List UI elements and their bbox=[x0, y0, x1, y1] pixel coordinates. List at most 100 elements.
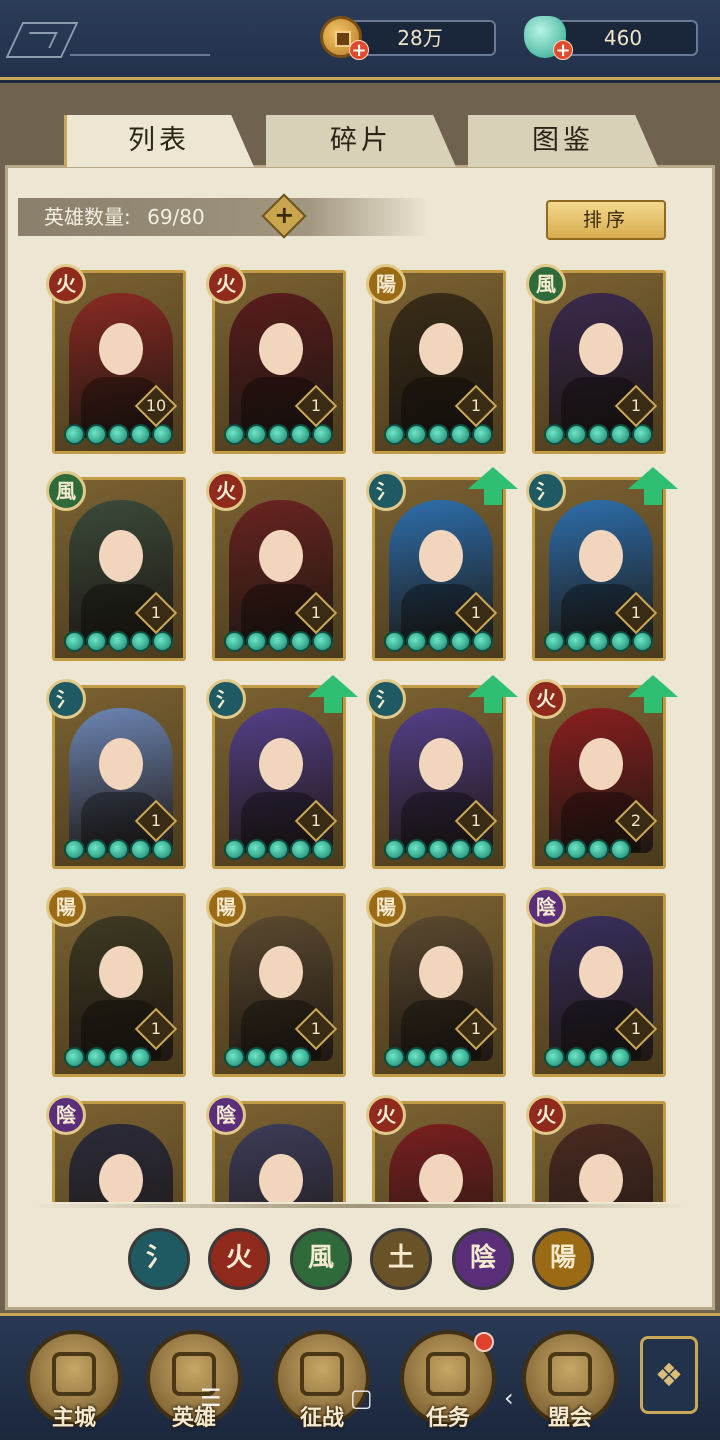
system-back-icon[interactable]: ‹ bbox=[504, 1384, 514, 1412]
hero-count-value: 69/80 bbox=[147, 205, 205, 229]
star-rating bbox=[384, 839, 493, 861]
star-icon bbox=[130, 631, 151, 652]
star-icon bbox=[384, 1047, 405, 1068]
star-icon bbox=[428, 424, 449, 445]
element-filter-button[interactable]: 火 bbox=[208, 1228, 270, 1290]
star-icon bbox=[544, 839, 565, 860]
hero-portrait bbox=[549, 1124, 653, 1202]
element-filter-button[interactable]: 風 bbox=[290, 1228, 352, 1290]
quest-icon bbox=[426, 1352, 470, 1396]
star-icon bbox=[86, 1047, 107, 1068]
tab-codex[interactable]: 图鉴 bbox=[468, 115, 658, 167]
system-menu-icon[interactable]: ☰ bbox=[200, 1384, 222, 1412]
star-rating bbox=[544, 1047, 631, 1069]
star-icon bbox=[566, 631, 587, 652]
hero-level: 1 bbox=[630, 396, 642, 415]
filter-divider bbox=[30, 1204, 690, 1208]
battle-icon bbox=[300, 1352, 344, 1396]
star-icon bbox=[428, 839, 449, 860]
star-rating bbox=[544, 839, 631, 861]
element-badge-icon: 氵 bbox=[526, 471, 566, 511]
star-icon bbox=[290, 1047, 311, 1068]
element-badge-icon: 火 bbox=[526, 679, 566, 719]
element-filter-button[interactable]: 陰 bbox=[452, 1228, 514, 1290]
hero-count-strip: 英雄数量: 69/80 bbox=[18, 198, 428, 236]
hero-level: 1 bbox=[470, 1019, 482, 1038]
element-filter-button[interactable]: 氵 bbox=[128, 1228, 190, 1290]
hero-level: 1 bbox=[310, 603, 322, 622]
element-filter-button[interactable]: 土 bbox=[370, 1228, 432, 1290]
star-icon bbox=[610, 631, 631, 652]
hero-level: 2 bbox=[630, 811, 642, 830]
star-icon bbox=[588, 424, 609, 445]
hero-portrait bbox=[389, 1124, 493, 1202]
star-icon bbox=[290, 631, 311, 652]
star-icon bbox=[384, 839, 405, 860]
element-badge-icon: 火 bbox=[206, 471, 246, 511]
divider bbox=[70, 54, 210, 56]
nav-label: 任务 bbox=[425, 1406, 470, 1431]
hero-level: 1 bbox=[150, 811, 162, 830]
hero-level: 1 bbox=[310, 1019, 322, 1038]
element-badge-icon: 陽 bbox=[46, 887, 86, 927]
hero-level: 10 bbox=[145, 396, 167, 415]
upgrade-arrow-icon bbox=[628, 675, 678, 715]
star-icon bbox=[224, 839, 245, 860]
add-jade-button[interactable]: + bbox=[553, 40, 573, 60]
star-icon bbox=[130, 839, 151, 860]
hero-grid: 10 火 1 火 1 陽 1 風 1 風 1 火 1 氵 1 氵 1 氵 1 氵 1 氵 2 火 1 陽 1 陽 1 陽 1 陰陰陰火火 bbox=[5, 255, 715, 1202]
star-icon bbox=[428, 1047, 449, 1068]
upgrade-arrow-icon bbox=[468, 675, 518, 715]
upgrade-arrow-icon bbox=[628, 467, 678, 507]
star-rating bbox=[544, 424, 653, 446]
element-badge-icon: 陽 bbox=[366, 887, 406, 927]
more-menu-button[interactable]: ❖ bbox=[640, 1336, 698, 1414]
star-icon bbox=[246, 1047, 267, 1068]
star-icon bbox=[544, 631, 565, 652]
castle-icon bbox=[52, 1352, 96, 1396]
star-icon bbox=[384, 631, 405, 652]
star-icon bbox=[246, 424, 267, 445]
sort-button[interactable]: 排序 bbox=[546, 200, 666, 240]
star-icon bbox=[384, 424, 405, 445]
tab-fragments[interactable]: 碎片 bbox=[266, 115, 456, 167]
star-icon bbox=[268, 1047, 289, 1068]
star-icon bbox=[130, 424, 151, 445]
star-icon bbox=[108, 631, 129, 652]
star-icon bbox=[544, 1047, 565, 1068]
star-icon bbox=[588, 839, 609, 860]
element-badge-icon: 氵 bbox=[366, 679, 406, 719]
star-icon bbox=[246, 839, 267, 860]
element-badge-icon: 陰 bbox=[526, 887, 566, 927]
nav-label: 英雄 bbox=[171, 1406, 216, 1431]
star-icon bbox=[64, 631, 85, 652]
star-icon bbox=[108, 1047, 129, 1068]
element-badge-icon: 陽 bbox=[206, 887, 246, 927]
star-icon bbox=[86, 839, 107, 860]
star-rating bbox=[64, 839, 173, 861]
star-rating bbox=[64, 1047, 151, 1069]
star-icon bbox=[588, 1047, 609, 1068]
element-badge-icon: 氵 bbox=[366, 471, 406, 511]
element-badge-icon: 氵 bbox=[46, 679, 86, 719]
menu-emblem-icon[interactable] bbox=[5, 22, 79, 58]
element-badge-icon: 風 bbox=[526, 264, 566, 304]
add-coin-button[interactable]: + bbox=[349, 40, 369, 60]
star-icon bbox=[610, 839, 631, 860]
star-icon bbox=[566, 839, 587, 860]
star-icon bbox=[406, 631, 427, 652]
tab-list[interactable]: 列表 bbox=[64, 115, 254, 167]
star-icon bbox=[224, 1047, 245, 1068]
hero-level: 1 bbox=[310, 811, 322, 830]
element-badge-icon: 氵 bbox=[206, 679, 246, 719]
system-home-icon[interactable]: ▢ bbox=[350, 1384, 373, 1412]
star-icon bbox=[64, 839, 85, 860]
star-icon bbox=[86, 424, 107, 445]
element-badge-icon: 火 bbox=[366, 1095, 406, 1135]
hero-level: 1 bbox=[630, 603, 642, 622]
star-icon bbox=[450, 839, 471, 860]
hero-portrait bbox=[69, 1124, 173, 1202]
element-filter-button[interactable]: 陽 bbox=[532, 1228, 594, 1290]
star-icon bbox=[130, 1047, 151, 1068]
star-icon bbox=[428, 631, 449, 652]
